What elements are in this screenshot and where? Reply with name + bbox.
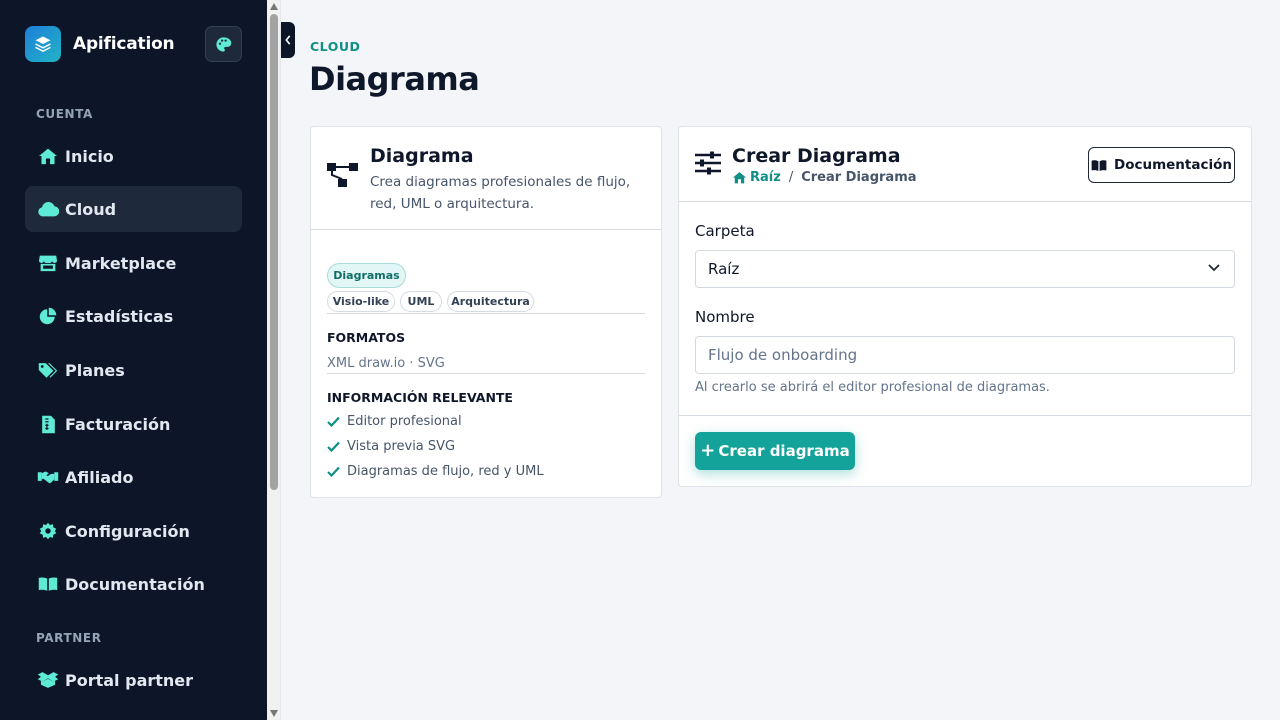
formats-text: XML draw.io · SVG xyxy=(327,356,445,371)
book-icon xyxy=(37,573,59,595)
scroll-down-icon[interactable] xyxy=(270,710,278,717)
sidebar-item-label: Documentación xyxy=(65,574,205,594)
sidebar-item-estadisticas[interactable]: Estadísticas xyxy=(25,293,242,339)
divider xyxy=(327,373,645,374)
documentation-button[interactable]: Documentación xyxy=(1088,147,1235,183)
check-icon xyxy=(327,466,340,477)
info-card-description: Crea diagramas profesionales de flujo, r… xyxy=(370,174,631,212)
folder-label: Carpeta xyxy=(695,222,755,240)
name-help-text: Al crearlo se abrirá el editor profesion… xyxy=(695,380,1050,395)
store-icon xyxy=(37,252,59,274)
scroll-up-icon[interactable] xyxy=(270,3,278,10)
name-label: Nombre xyxy=(695,308,755,326)
plus-icon: + xyxy=(700,440,716,461)
info-card: Diagrama Crea diagramas profesionales de… xyxy=(310,126,662,498)
home-icon xyxy=(37,145,59,167)
sidebar-scrollbar[interactable] xyxy=(267,0,281,720)
info-title: INFORMACIÓN RELEVANTE xyxy=(327,390,513,405)
create-diagram-button[interactable]: + Crear diagrama xyxy=(695,432,855,470)
sliders-icon xyxy=(695,151,721,179)
tags-icon xyxy=(37,359,59,381)
info-item: Editor profesional xyxy=(327,414,462,429)
scroll-thumb[interactable] xyxy=(270,14,278,490)
diagram-icon xyxy=(327,161,359,193)
divider xyxy=(327,313,645,314)
brand[interactable]: Apification xyxy=(25,26,175,62)
folder-select-value: Raíz xyxy=(708,260,740,278)
theme-button[interactable] xyxy=(205,26,242,62)
sidebar-item-label: Configuración xyxy=(65,521,190,541)
sidebar: Apification CUENTA Inicio Cloud Marketpl… xyxy=(0,0,267,720)
sidebar-item-portal-partner[interactable]: Portal partner xyxy=(25,657,242,703)
tag: Arquitectura xyxy=(447,291,534,312)
home-icon xyxy=(733,172,746,184)
sidebar-item-planes[interactable]: Planes xyxy=(25,347,242,393)
breadcrumb-current: Crear Diagrama xyxy=(801,170,917,185)
sidebar-item-label: Afiliado xyxy=(65,467,134,487)
sidebar-item-documentacion[interactable]: Documentación xyxy=(25,561,242,607)
handshake-icon xyxy=(37,466,59,488)
book-icon xyxy=(1091,159,1107,171)
divider xyxy=(311,229,661,230)
breadcrumb: Raíz / Crear Diagrama xyxy=(732,170,917,185)
app-name: Apification xyxy=(73,34,175,54)
pie-chart-icon xyxy=(37,305,59,327)
formats-title: FORMATOS xyxy=(327,330,406,345)
cloud-icon xyxy=(37,198,59,220)
info-card-title: Diagrama xyxy=(370,145,474,167)
tag: Visio-like xyxy=(327,291,395,312)
check-icon xyxy=(327,416,340,427)
page-title: Diagrama xyxy=(309,60,480,98)
sidebar-item-label: Portal partner xyxy=(65,670,194,690)
folder-select[interactable]: Raíz xyxy=(695,250,1235,288)
sidebar-item-label: Planes xyxy=(65,360,125,380)
sidebar-item-configuracion[interactable]: Configuración xyxy=(25,508,242,554)
sidebar-item-cloud[interactable]: Cloud xyxy=(25,186,242,232)
collapse-sidebar-button[interactable] xyxy=(281,22,295,58)
sidebar-item-marketplace[interactable]: Marketplace xyxy=(25,240,242,286)
sidebar-item-label: Estadísticas xyxy=(65,306,174,326)
box-open-icon xyxy=(37,669,59,691)
invoice-icon xyxy=(37,413,59,435)
divider xyxy=(679,415,1251,416)
info-item: Diagramas de flujo, red y UML xyxy=(327,464,544,479)
form-card-title: Crear Diagrama xyxy=(732,145,901,167)
name-input[interactable] xyxy=(695,336,1235,374)
gear-icon xyxy=(37,520,59,542)
sidebar-item-facturacion[interactable]: Facturación xyxy=(25,401,242,447)
section-label-cuenta: CUENTA xyxy=(36,107,93,121)
divider xyxy=(679,201,1251,202)
page-eyebrow: CLOUD xyxy=(310,39,361,54)
create-form-card: Crear Diagrama Raíz / Crear Diagrama Doc… xyxy=(678,126,1252,487)
section-label-partner: PARTNER xyxy=(36,631,102,645)
tag: Diagramas xyxy=(327,263,406,288)
tag: UML xyxy=(400,291,442,312)
info-item: Vista previa SVG xyxy=(327,439,455,454)
breadcrumb-home[interactable]: Raíz xyxy=(732,170,781,185)
sidebar-item-label: Facturación xyxy=(65,414,171,434)
sidebar-item-label: Cloud xyxy=(65,199,117,219)
sidebar-item-label: Inicio xyxy=(65,146,114,166)
chevron-down-icon xyxy=(1208,264,1220,272)
sidebar-item-afiliado[interactable]: Afiliado xyxy=(25,454,242,500)
sidebar-item-inicio[interactable]: Inicio xyxy=(25,133,242,179)
check-icon xyxy=(327,441,340,452)
palette-icon xyxy=(216,36,232,52)
layers-logo-icon xyxy=(25,26,61,62)
sidebar-item-label: Marketplace xyxy=(65,253,177,273)
chevron-left-icon xyxy=(285,35,291,45)
breadcrumb-separator: / xyxy=(788,170,794,185)
